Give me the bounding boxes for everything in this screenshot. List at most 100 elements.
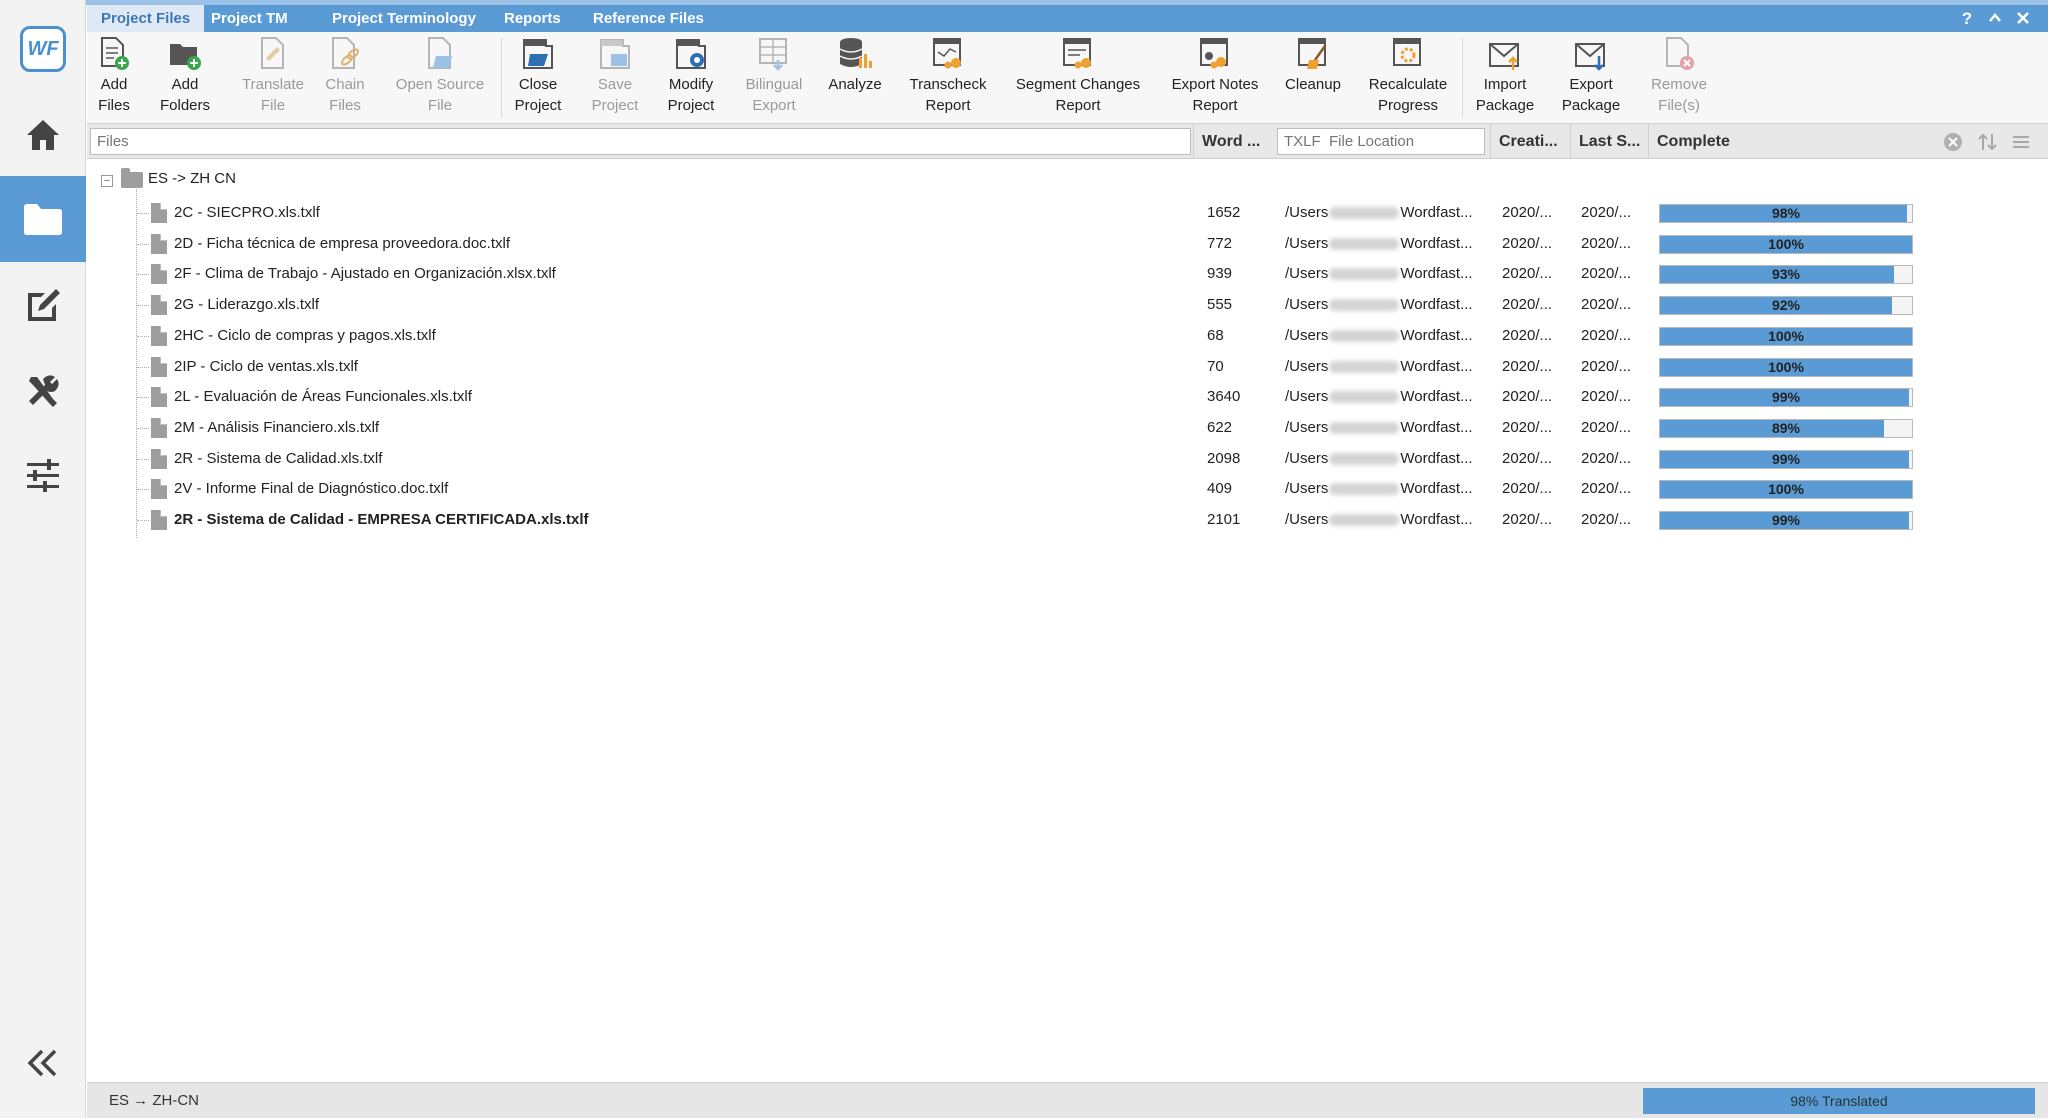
cleanup-button[interactable]: Cleanup (1281, 32, 1345, 124)
file-row[interactable]: 2D - Ficha técnica de empresa proveedora… (87, 229, 2048, 259)
add-files-button[interactable]: Add Files (89, 32, 139, 124)
sort-button[interactable] (1977, 132, 1997, 152)
import-package-label: Import Package (1475, 76, 1535, 114)
file-location: /Users Wordfast... (1285, 352, 1473, 382)
cleanup-label: Cleanup (1285, 76, 1341, 93)
file-row[interactable]: 2R - Sistema de Calidad.xls.txlf 2098/Use… (87, 444, 2048, 474)
file-row[interactable]: 2R - Sistema de Calidad - EMPRESA CERTIF… (87, 505, 2048, 535)
file-row[interactable]: 2HC - Ciclo de compras y pagos.xls.txlf 6… (87, 321, 2048, 351)
close-project-button[interactable]: Close Project (507, 32, 569, 124)
analyze-button[interactable]: Analyze (825, 32, 885, 124)
import-package-button[interactable]: Import Package (1469, 32, 1541, 124)
modify-project-button[interactable]: Modify Project (659, 32, 723, 124)
redacted-username (1329, 237, 1400, 250)
remove-files-button[interactable]: Remove File(s) (1643, 32, 1715, 124)
column-last-saved[interactable]: Last S... (1570, 124, 1648, 159)
file-word-count: 68 (1207, 326, 1224, 344)
translate-file-button[interactable]: Translate File (235, 32, 311, 124)
file-location: /Users Wordfast... (1285, 444, 1473, 474)
chevron-up-icon (1989, 13, 2001, 22)
tab-reports[interactable]: Reports (490, 5, 575, 32)
recalculate-progress-button[interactable]: Recalculate Progress (1363, 32, 1453, 124)
editor-button[interactable] (0, 262, 86, 348)
files-filter-input[interactable] (90, 128, 1191, 155)
file-row[interactable]: 2V - Informe Final de Diagnóstico.doc.tx… (87, 474, 2048, 504)
status-bar: ES → ZH-CN 98% Translated (87, 1082, 2048, 1118)
chain-files-button[interactable]: Chain Files (319, 32, 371, 124)
file-progress-label: 92% (1771, 297, 1801, 314)
file-location-suffix: Wordfast... (1400, 418, 1473, 436)
bilingual-export-button[interactable]: Bilingual Export (739, 32, 809, 124)
file-progress-label: 93% (1771, 266, 1801, 283)
tools-button[interactable] (0, 348, 86, 434)
open-source-file-icon (428, 37, 452, 69)
recalculate-progress-label: Recalculate Progress (1368, 76, 1448, 114)
app-logo: WF (20, 26, 66, 72)
file-progress-label: 99% (1771, 389, 1801, 406)
collapse-sidebar-button[interactable] (0, 1020, 86, 1106)
file-created-date: 2020/... (1502, 234, 1553, 252)
column-complete[interactable]: Complete (1648, 124, 1928, 159)
collapse-ribbon-button[interactable] (1981, 5, 2009, 32)
save-project-button[interactable]: Save Project (585, 32, 645, 124)
translate-file-label: Translate File (242, 76, 304, 114)
file-word-count: 622 (1207, 418, 1233, 436)
close-icon (2017, 12, 2029, 24)
tab-project-tm[interactable]: Project TM (197, 5, 302, 32)
file-location-suffix: Wordfast... (1400, 204, 1473, 221)
clear-filter-button[interactable] (1943, 132, 1963, 152)
home-icon (27, 120, 59, 150)
file-row[interactable]: 2L - Evaluación de Áreas Funcionales.xls… (87, 382, 2048, 412)
file-location: /Users Wordfast... (1285, 229, 1473, 259)
analyze-label: Analyze (828, 76, 882, 93)
file-row[interactable]: 2G - Liderazgo.xls.txlf 555/Users Wordfast… (87, 290, 2048, 320)
close-project-view-button[interactable] (2009, 5, 2037, 32)
file-progress-label: 100% (1768, 358, 1804, 375)
file-row[interactable]: 2C - SIECPRO.xls.txlf 1652/Users Wordfast.… (87, 198, 2048, 228)
add-folders-button[interactable]: Add Folders (155, 32, 215, 124)
file-word-count: 2098 (1207, 449, 1241, 467)
file-row[interactable]: 2M - Análisis Financiero.xls.txlf 622/Use… (87, 413, 2048, 443)
file-row[interactable]: 2F - Clima de Trabajo - Ajustado en Orga… (87, 259, 2048, 289)
file-location-prefix: /Users (1285, 388, 1329, 406)
edit-icon (28, 289, 60, 321)
transcheck-report-button[interactable]: Transcheck Report (905, 32, 991, 124)
modify-project-icon (676, 39, 706, 69)
bilingual-export-icon (759, 38, 787, 71)
file-location-prefix: /Users (1285, 296, 1329, 314)
file-created-date: 2020/... (1502, 357, 1553, 375)
file-location-prefix: /Users (1285, 418, 1329, 436)
segment-changes-report-button[interactable]: Segment Changes Report (1013, 32, 1143, 124)
column-menu-button[interactable] (2011, 132, 2031, 152)
file-created-date: 2020/... (1502, 449, 1553, 467)
column-word-count[interactable]: Word ... (1193, 124, 1277, 159)
status-language-pair: ES → ZH-CN (109, 1092, 199, 1109)
help-button[interactable]: ? (1953, 5, 1981, 32)
projects-button[interactable] (0, 176, 86, 262)
home-button[interactable] (0, 92, 86, 178)
tab-project-terminology[interactable]: Project Terminology (318, 5, 490, 32)
file-location: /Users Wordfast... (1285, 505, 1473, 535)
tree-collapse-toggle[interactable]: − (101, 175, 113, 187)
transcheck-report-label: Transcheck Report (909, 76, 987, 114)
tree-connector (137, 458, 149, 460)
file-created-date: 2020/... (1502, 418, 1553, 436)
tab-reference-files[interactable]: Reference Files (579, 5, 718, 32)
settings-button[interactable] (0, 432, 86, 518)
file-name: 2D - Ficha técnica de empresa proveedora… (174, 234, 510, 252)
file-progress-bar: 92% (1659, 296, 1913, 316)
file-name: 2F - Clima de Trabajo - Ajustado en Orga… (174, 265, 556, 283)
file-location-filter-input[interactable] (1277, 128, 1485, 155)
tab-project-files[interactable]: Project Files (87, 5, 205, 32)
export-package-button[interactable]: Export Package (1555, 32, 1627, 124)
file-name: 2V - Informe Final de Diagnóstico.doc.tx… (174, 480, 449, 498)
cleanup-icon (1298, 38, 1327, 69)
ribbon-separator (1462, 38, 1463, 118)
file-row[interactable]: 2IP - Ciclo de ventas.xls.txlf 70/Users Wo… (87, 352, 2048, 382)
export-notes-report-button[interactable]: Export Notes Report (1167, 32, 1263, 124)
open-source-file-button[interactable]: Open Source File (393, 32, 487, 124)
file-location-prefix: /Users (1285, 326, 1329, 344)
column-created[interactable]: Creati... (1490, 124, 1570, 159)
save-project-label: Save Project (591, 76, 639, 114)
file-progress-bar: 100% (1659, 357, 1913, 377)
